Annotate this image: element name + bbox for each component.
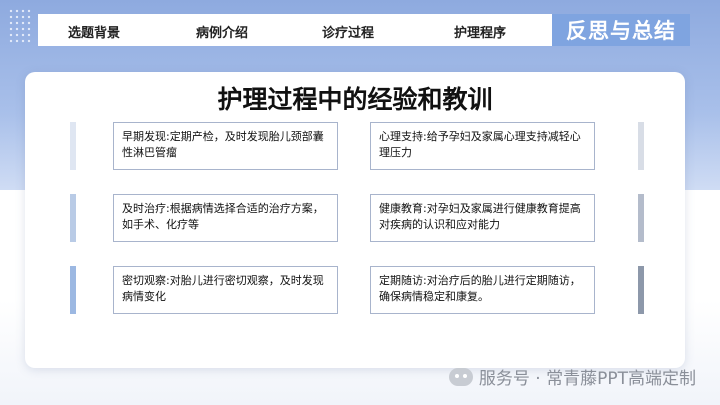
watermark-text: 服务号 · 常青藤PPT高端定制 bbox=[478, 369, 696, 389]
watermark: 服务号 · 常青藤PPT高端定制 bbox=[448, 364, 696, 389]
right-accent-bar-1 bbox=[638, 122, 644, 170]
left-accent-bar-1 bbox=[70, 122, 76, 170]
section-title: 护理过程中的经验和教训 bbox=[217, 85, 493, 114]
dot-pattern-decoration bbox=[8, 8, 32, 44]
left-item-timely-treatment: 及时治疗:根据病情选择合适的治疗方案，如手术、化疗等 bbox=[113, 194, 338, 242]
left-accent-bar-3 bbox=[70, 266, 76, 314]
nav-tab-treatment[interactable]: 诊疗过程 bbox=[322, 22, 374, 41]
nav-tab-case[interactable]: 病例介绍 bbox=[196, 22, 248, 41]
right-item-follow-up: 定期随访:对治疗后的胎儿进行定期随访，确保病情稳定和康复。 bbox=[370, 266, 595, 314]
left-item-close-observation: 密切观察:对胎儿进行密切观察，及时发现病情变化 bbox=[113, 266, 338, 314]
right-accent-bar-3 bbox=[638, 266, 644, 314]
right-item-health-education: 健康教育:对孕妇及家属进行健康教育提高对疾病的认识和应对能力 bbox=[370, 194, 595, 242]
right-item-psych-support: 心理支持:给予孕妇及家属心理支持减轻心理压力 bbox=[370, 122, 595, 170]
left-item-early-detection: 早期发现:定期产检，及时发现胎儿颈部囊性淋巴管瘤 bbox=[113, 122, 338, 170]
right-accent-bar-2 bbox=[638, 194, 644, 242]
left-accent-bar-2 bbox=[70, 194, 76, 242]
nav-tab-reflection-active[interactable]: 反思与总结 bbox=[552, 14, 690, 46]
wechat-icon bbox=[448, 367, 473, 386]
nav-tab-background[interactable]: 选题背景 bbox=[68, 22, 120, 41]
nav-tab-nursing[interactable]: 护理程序 bbox=[454, 22, 506, 41]
